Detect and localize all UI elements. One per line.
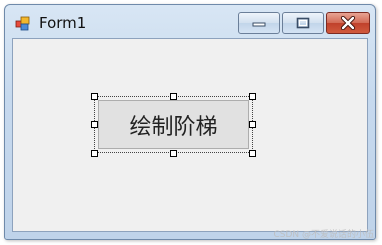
resize-handle-bottom-left[interactable] bbox=[91, 150, 98, 157]
maximize-icon bbox=[296, 17, 310, 29]
resize-handle-top[interactable] bbox=[170, 93, 177, 100]
resize-handle-bottom[interactable] bbox=[170, 150, 177, 157]
close-button[interactable] bbox=[326, 12, 370, 34]
form-window: Form1 绘制阶梯 bbox=[4, 4, 376, 240]
form-client-area: 绘制阶梯 bbox=[12, 38, 368, 232]
resize-handle-top-right[interactable] bbox=[249, 93, 256, 100]
close-icon bbox=[340, 16, 356, 30]
title-bar[interactable]: Form1 bbox=[5, 5, 375, 37]
resize-handle-bottom-right[interactable] bbox=[249, 150, 256, 157]
watermark: CSDN @不爱说话的小伍 bbox=[273, 230, 374, 240]
form-app-icon bbox=[15, 16, 30, 31]
maximize-button[interactable] bbox=[282, 12, 324, 34]
minimize-icon bbox=[252, 22, 266, 27]
minimize-button[interactable] bbox=[238, 12, 280, 34]
resize-handle-right[interactable] bbox=[249, 121, 256, 128]
window-title: Form1 bbox=[39, 14, 87, 32]
draw-ladder-button[interactable]: 绘制阶梯 bbox=[98, 100, 249, 149]
resize-handle-left[interactable] bbox=[91, 121, 98, 128]
resize-handle-top-left[interactable] bbox=[91, 93, 98, 100]
